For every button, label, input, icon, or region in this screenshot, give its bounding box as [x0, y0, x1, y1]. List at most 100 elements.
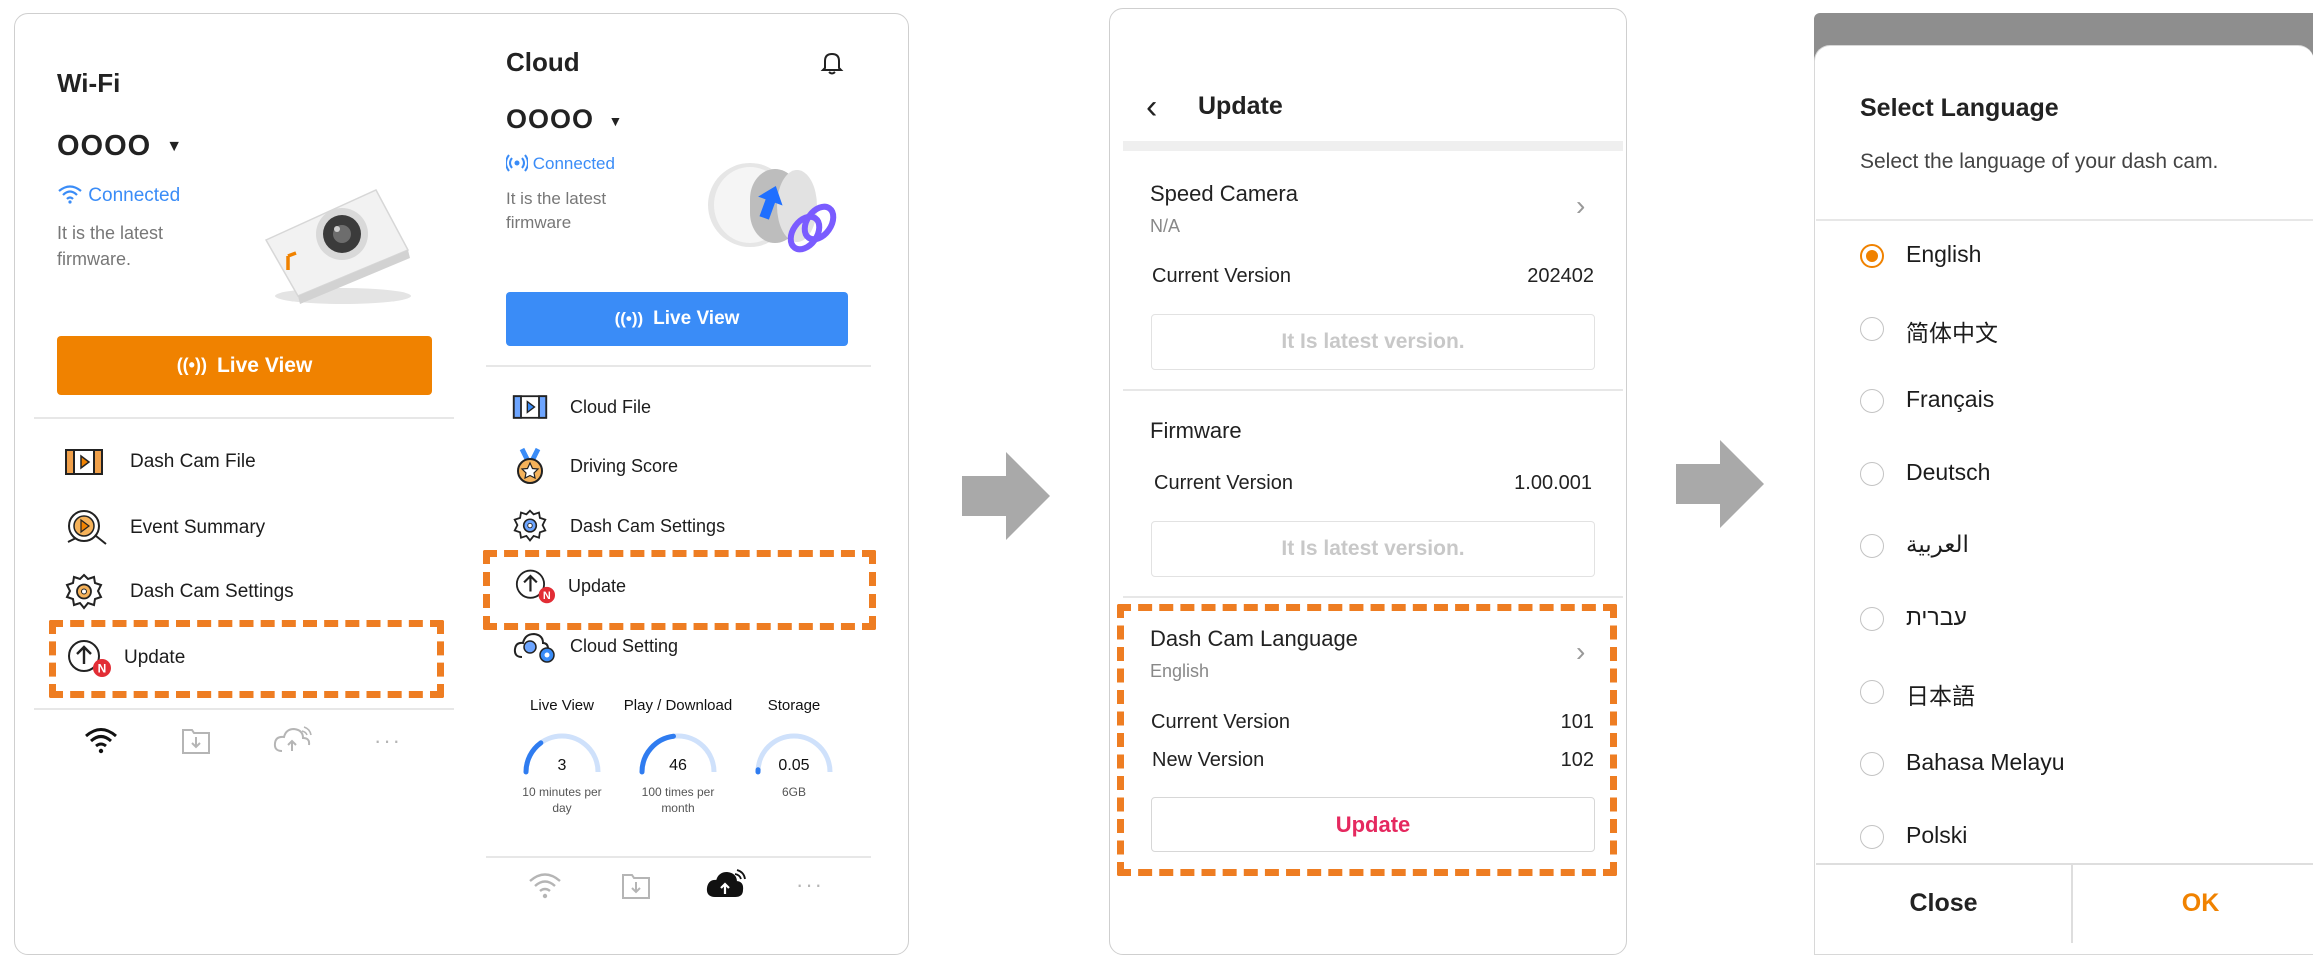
language-option[interactable]: English: [1816, 230, 2313, 282]
highlight-language: [1117, 604, 1617, 876]
stat-limit: 100 times per month: [638, 784, 718, 816]
latest-version-label: It Is latest version.: [1281, 537, 1464, 561]
arrow-right-icon: [1676, 440, 1764, 528]
gear-icon: [64, 572, 104, 612]
cloud-title: Cloud: [506, 47, 580, 78]
more-icon[interactable]: ···: [796, 872, 824, 898]
dialog-subtitle: Select the language of your dash cam.: [1860, 150, 2218, 174]
language-option-label: Français: [1906, 386, 1994, 413]
live-view-label: Live View: [217, 354, 312, 378]
cloud-upload-icon[interactable]: [705, 868, 747, 900]
menu-item-cloud-file[interactable]: Cloud File: [512, 392, 651, 422]
broadcast-icon: [506, 153, 528, 173]
current-version-label: Current Version: [1154, 472, 1293, 495]
wifi-title: Wi-Fi: [57, 68, 120, 99]
caret-down-icon: ▼: [166, 138, 183, 155]
language-option[interactable]: עברית: [1816, 593, 2313, 645]
speed-camera-sub: N/A: [1150, 216, 1180, 237]
chevron-right-icon[interactable]: ›: [1576, 190, 1585, 222]
wifi-icon: [57, 184, 83, 204]
broadcast-icon: ((•)): [177, 355, 207, 376]
language-option-label: Polski: [1906, 822, 1967, 849]
language-option[interactable]: Deutsch: [1816, 448, 2313, 500]
language-option[interactable]: 日本語: [1816, 666, 2313, 718]
menu-item-dash-cam-file[interactable]: Dash Cam File: [64, 444, 256, 480]
current-version-label: Current Version: [1152, 265, 1291, 288]
language-option-label: Deutsch: [1906, 459, 1990, 486]
device-name: OOOO: [57, 130, 151, 162]
language-option-label: עברית: [1906, 604, 1967, 631]
language-option-label: English: [1906, 241, 1981, 268]
menu-item-cloud-setting[interactable]: Cloud Setting: [512, 628, 678, 664]
cloud-camera-image: [695, 155, 855, 275]
radio-button[interactable]: [1860, 389, 1884, 413]
language-option[interactable]: العربية: [1816, 520, 2313, 572]
menu-item-label: Event Summary: [130, 517, 265, 539]
divider: [34, 708, 454, 710]
language-option[interactable]: Bahasa Melayu: [1816, 738, 2313, 790]
divider: [486, 856, 871, 858]
firmware-note: It is the latest firmware: [506, 187, 606, 235]
menu-item-driving-score[interactable]: Driving Score: [514, 446, 678, 486]
radio-button[interactable]: [1860, 534, 1884, 558]
dash-cam-image: [258, 178, 418, 308]
section-separator: [1123, 141, 1623, 151]
radio-button[interactable]: [1860, 317, 1884, 341]
radio-button[interactable]: [1860, 825, 1884, 849]
ok-button[interactable]: OK: [2073, 864, 2313, 943]
menu-item-label: Dash Cam Settings: [570, 516, 725, 537]
wifi-icon[interactable]: [528, 871, 562, 899]
caret-down-icon: ▼: [609, 113, 624, 129]
cloud-upload-icon[interactable]: [272, 724, 314, 756]
live-view-button[interactable]: ((•)) Live View: [506, 292, 848, 346]
firmware-note-line: firmware.: [57, 246, 163, 272]
connection-status: Connected: [506, 153, 615, 174]
menu-item-dash-cam-settings[interactable]: Dash Cam Settings: [512, 508, 725, 544]
radio-button[interactable]: [1860, 680, 1884, 704]
menu-item-label: Driving Score: [570, 456, 678, 477]
wifi-icon[interactable]: [84, 726, 118, 754]
current-version-value: 202402: [1527, 265, 1594, 288]
firmware-note-line: It is the latest: [506, 187, 606, 211]
menu-item-label: Dash Cam Settings: [130, 581, 294, 603]
connection-status: Connected: [57, 184, 180, 207]
firmware-note-line: It is the latest: [57, 220, 163, 246]
radio-button[interactable]: [1860, 244, 1884, 268]
speed-camera-title: Speed Camera: [1150, 181, 1298, 207]
radio-button[interactable]: [1860, 462, 1884, 486]
download-icon[interactable]: [620, 871, 652, 901]
language-option-label: Bahasa Melayu: [1906, 749, 2065, 776]
language-option[interactable]: 简体中文: [1816, 303, 2313, 355]
back-icon[interactable]: ‹: [1146, 88, 1157, 127]
menu-item-label: Dash Cam File: [130, 451, 256, 473]
latest-version-label: It Is latest version.: [1281, 330, 1464, 354]
stat-label: Storage: [724, 697, 864, 714]
device-selector[interactable]: OOOO ▼: [506, 104, 623, 135]
highlight-update: [49, 620, 444, 698]
stat-limit: 6GB: [754, 784, 834, 800]
bell-icon[interactable]: [820, 50, 844, 76]
language-option[interactable]: Français: [1816, 375, 2313, 427]
menu-item-dash-cam-settings[interactable]: Dash Cam Settings: [64, 572, 294, 612]
latest-version-status: It Is latest version.: [1151, 314, 1595, 370]
divider: [1123, 596, 1623, 598]
device-selector[interactable]: OOOO ▼: [57, 130, 183, 163]
language-option-label: 日本語: [1906, 677, 1975, 711]
language-option-label: 简体中文: [1906, 314, 1998, 348]
highlight-update: [483, 550, 876, 630]
dialog-title: Select Language: [1860, 94, 2059, 123]
close-button[interactable]: Close: [1816, 864, 2071, 943]
firmware-note-line: firmware: [506, 211, 606, 235]
menu-item-label: Cloud Setting: [570, 636, 678, 657]
radio-button[interactable]: [1860, 607, 1884, 631]
live-view-button[interactable]: ((•)) Live View: [57, 336, 432, 395]
stat-value: 46: [638, 757, 718, 775]
more-icon[interactable]: ···: [374, 728, 402, 754]
language-option[interactable]: Polski: [1816, 811, 2313, 863]
firmware-note: It is the latest firmware.: [57, 220, 163, 272]
radio-button[interactable]: [1860, 752, 1884, 776]
firmware-title: Firmware: [1150, 418, 1242, 444]
language-option-label: العربية: [1906, 531, 1969, 558]
download-icon[interactable]: [180, 726, 212, 756]
menu-item-event-summary[interactable]: Event Summary: [64, 506, 265, 550]
